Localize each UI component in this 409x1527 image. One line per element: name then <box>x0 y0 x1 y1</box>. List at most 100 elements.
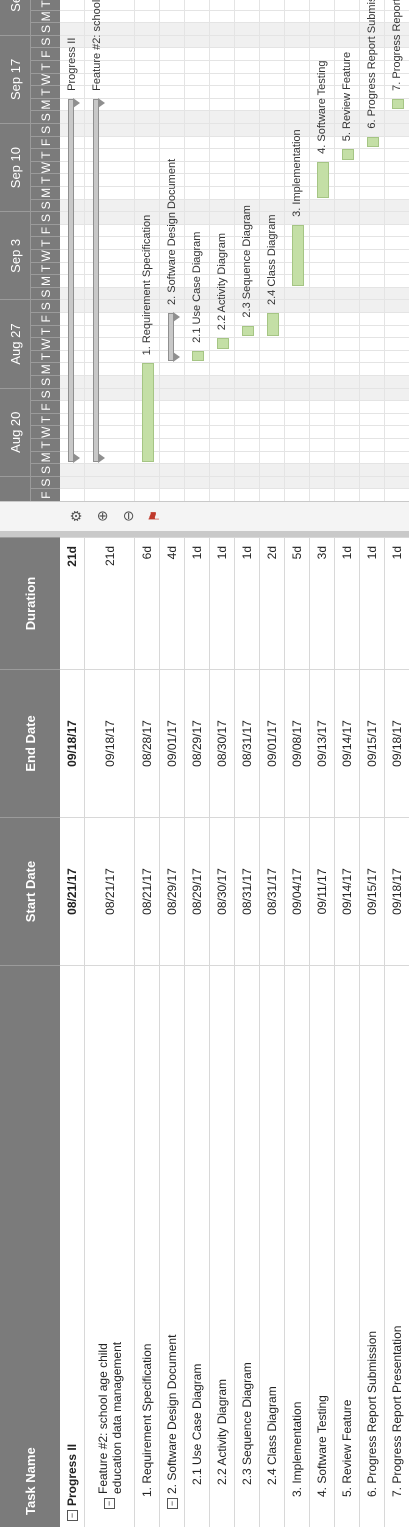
end-date-cell[interactable]: 09/13/17 <box>310 669 334 817</box>
duration-cell[interactable]: 5d <box>285 537 309 669</box>
task-row[interactable]: 2.4 Class Diagram 08/31/17 09/01/17 2d <box>260 537 285 1527</box>
column-header-start-date[interactable]: Start Date <box>0 817 60 965</box>
task-bar[interactable] <box>392 98 404 110</box>
start-date-cell[interactable]: 08/30/17 <box>210 817 234 965</box>
start-date-cell[interactable]: 08/21/17 <box>85 817 134 965</box>
end-date-cell[interactable]: 08/31/17 <box>235 669 259 817</box>
end-date-cell[interactable]: 09/01/17 <box>160 669 184 817</box>
start-date-cell[interactable]: 08/21/17 <box>135 817 159 965</box>
duration-cell[interactable]: 1d <box>335 537 359 669</box>
task-name-cell[interactable]: 1. Requirement Specification <box>135 965 159 1527</box>
start-date-cell[interactable]: 08/31/17 <box>235 817 259 965</box>
start-date-cell[interactable]: 08/31/17 <box>260 817 284 965</box>
task-name-cell[interactable]: 2.4 Class Diagram <box>260 965 284 1527</box>
end-date-cell[interactable]: 09/18/17 <box>85 669 134 817</box>
task-row[interactable]: 2.3 Sequence Diagram 08/31/17 08/31/17 1d <box>235 537 260 1527</box>
duration-cell[interactable]: 21d <box>85 537 134 669</box>
end-date-cell[interactable]: 08/28/17 <box>135 669 159 817</box>
end-date-cell[interactable]: 09/15/17 <box>360 669 384 817</box>
row-gridline <box>209 0 210 501</box>
end-date-cell[interactable]: 09/14/17 <box>335 669 359 817</box>
row-gridline <box>359 0 360 501</box>
pane-splitter[interactable] <box>0 531 409 537</box>
summary-bar[interactable] <box>93 98 99 463</box>
task-name-cell[interactable]: 6. Progress Report Submission <box>360 965 384 1527</box>
start-date-cell[interactable]: 09/04/17 <box>285 817 309 965</box>
task-row[interactable]: 7. Progress Report Presentation 09/18/17 0… <box>385 537 409 1527</box>
task-bar[interactable] <box>242 325 254 337</box>
day-column-header: S <box>30 110 60 123</box>
task-name-cell[interactable]: 3. Implementation <box>285 965 309 1527</box>
zoom-in-icon[interactable]: ⊕ <box>90 504 114 528</box>
task-name-text: Progress II <box>65 1443 79 1506</box>
task-bar[interactable] <box>142 363 154 463</box>
end-date-cell[interactable]: 08/30/17 <box>210 669 234 817</box>
zoom-out-icon[interactable]: ⊖ <box>116 504 140 528</box>
week-header: Aug 27 <box>0 299 30 388</box>
duration-cell[interactable]: 4d <box>160 537 184 669</box>
end-date-cell[interactable]: 09/08/17 <box>285 669 309 817</box>
task-bar[interactable] <box>317 161 329 198</box>
task-row[interactable]: 1. Requirement Specification 08/21/17 08/2… <box>135 537 160 1527</box>
start-date-cell[interactable]: 08/29/17 <box>160 817 184 965</box>
duration-cell[interactable]: 1d <box>360 537 384 669</box>
task-grid: Task Name Start Date End Date Duration −… <box>0 537 409 1527</box>
task-name-cell[interactable]: − Feature #2: school age child education … <box>85 965 134 1527</box>
task-name-cell[interactable]: − Progress II <box>60 965 84 1527</box>
start-date-cell[interactable]: 09/15/17 <box>360 817 384 965</box>
start-date-cell[interactable]: 09/18/17 <box>385 817 409 965</box>
column-header-duration[interactable]: Duration <box>0 537 60 669</box>
duration-cell[interactable]: 1d <box>185 537 209 669</box>
duration-cell[interactable]: 6d <box>135 537 159 669</box>
task-row[interactable]: 3. Implementation 09/04/17 09/08/17 5d <box>285 537 310 1527</box>
duration-cell[interactable]: 21d <box>60 537 84 669</box>
today-marker-icon[interactable]: ⚑ <box>142 504 166 528</box>
task-row[interactable]: − Progress II 08/21/17 09/18/17 21d <box>60 537 85 1527</box>
end-date-cell[interactable]: 08/29/17 <box>185 669 209 817</box>
duration-cell[interactable]: 2d <box>260 537 284 669</box>
collapse-toggle-icon[interactable]: − <box>166 1498 178 1509</box>
task-bar[interactable] <box>292 224 304 286</box>
end-date-cell[interactable]: 09/01/17 <box>260 669 284 817</box>
task-name-cell[interactable]: 7. Progress Report Presentation <box>385 965 409 1527</box>
task-bar-label: 1. Requirement Specification <box>141 214 153 356</box>
column-header-end-date[interactable]: End Date <box>0 669 60 817</box>
task-bar[interactable] <box>342 149 354 160</box>
end-date-cell[interactable]: 09/18/17 <box>60 669 84 817</box>
start-date-cell[interactable]: 09/11/17 <box>310 817 334 965</box>
start-date-cell[interactable]: 08/29/17 <box>185 817 209 965</box>
task-row[interactable]: 2.1 Use Case Diagram 08/29/17 08/29/17 1d <box>185 537 210 1527</box>
task-bar[interactable] <box>192 350 204 362</box>
task-name-cell[interactable]: 2.1 Use Case Diagram <box>185 965 209 1527</box>
task-name-cell[interactable]: 2.3 Sequence Diagram <box>235 965 259 1527</box>
end-date-cell[interactable]: 09/18/17 <box>385 669 409 817</box>
task-row[interactable]: 2.2 Activity Diagram 08/30/17 08/30/17 1d <box>210 537 235 1527</box>
task-row[interactable]: − 2. Software Design Document 08/29/17 09/0… <box>160 537 185 1527</box>
task-name-cell[interactable]: 5. Review Feature <box>335 965 359 1527</box>
gantt-chart: Task Name Start Date End Date Duration −… <box>0 0 409 1527</box>
task-row[interactable]: 5. Review Feature 09/14/17 09/14/17 1d <box>335 537 360 1527</box>
task-bar[interactable] <box>267 313 279 337</box>
column-header-task-name[interactable]: Task Name <box>0 965 60 1527</box>
start-date-cell[interactable]: 09/14/17 <box>335 817 359 965</box>
summary-bar[interactable] <box>68 98 74 463</box>
task-name-cell[interactable]: 4. Software Testing <box>310 965 334 1527</box>
gear-icon[interactable]: ⚙ <box>64 504 88 528</box>
day-column-header: S <box>30 475 60 489</box>
duration-cell[interactable]: 3d <box>310 537 334 669</box>
task-row[interactable]: 4. Software Testing 09/11/17 09/13/17 3d <box>310 537 335 1527</box>
duration-cell[interactable]: 1d <box>385 537 409 669</box>
duration-cell[interactable]: 1d <box>210 537 234 669</box>
task-bar[interactable] <box>367 136 379 148</box>
task-name-cell[interactable]: 2.2 Activity Diagram <box>210 965 234 1527</box>
start-date-cell[interactable]: 08/21/17 <box>60 817 84 965</box>
task-row[interactable]: 6. Progress Report Submission 09/15/17 09/… <box>360 537 385 1527</box>
task-name-text: 1. Requirement Specification <box>140 1343 154 1497</box>
task-row[interactable]: − Feature #2: school age child education … <box>85 537 135 1527</box>
day-column-header: W <box>30 160 60 174</box>
task-name-cell[interactable]: − 2. Software Design Document <box>160 965 184 1527</box>
collapse-toggle-icon[interactable]: − <box>104 1498 115 1509</box>
task-bar[interactable] <box>217 338 229 349</box>
collapse-toggle-icon[interactable]: − <box>66 1510 78 1521</box>
duration-cell[interactable]: 1d <box>235 537 259 669</box>
